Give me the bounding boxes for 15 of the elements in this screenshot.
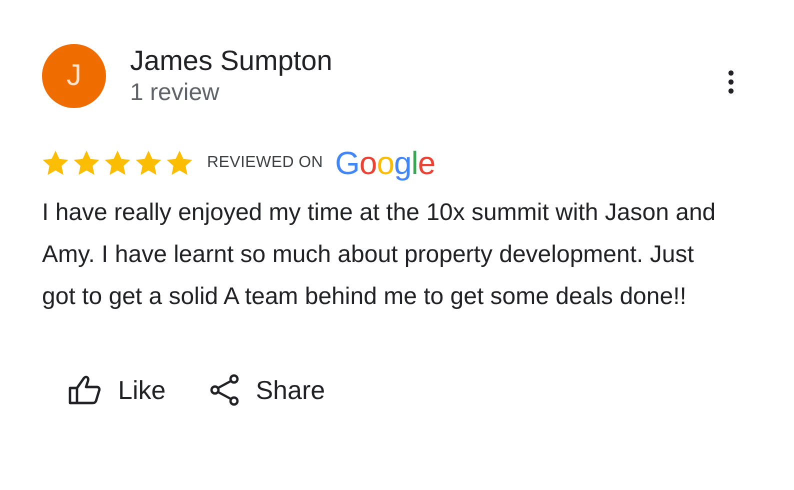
star-icon: [135, 150, 162, 176]
thumbs-up-icon: [68, 375, 102, 405]
share-button[interactable]: Share: [210, 374, 326, 406]
reviewed-on-label: REVIEWED ON: [207, 154, 323, 172]
reviewer-name[interactable]: James Sumpton: [130, 44, 728, 78]
review-text: I have really enjoyed my time at the 10x summit with Jason and Amy. I have learnt so much about property development. Just got to get a solid A team behind me to get some deals done!!: [42, 198, 717, 312]
like-button[interactable]: Like: [68, 374, 166, 406]
star-icon: [42, 150, 69, 176]
share-icon: [210, 374, 240, 406]
google-logo: Google: [335, 146, 436, 180]
review-count: 1 review: [130, 78, 220, 108]
more-options-icon[interactable]: [728, 70, 734, 94]
star-icon: [166, 150, 193, 176]
star-icon: [73, 150, 100, 176]
star-icon: [104, 150, 131, 176]
